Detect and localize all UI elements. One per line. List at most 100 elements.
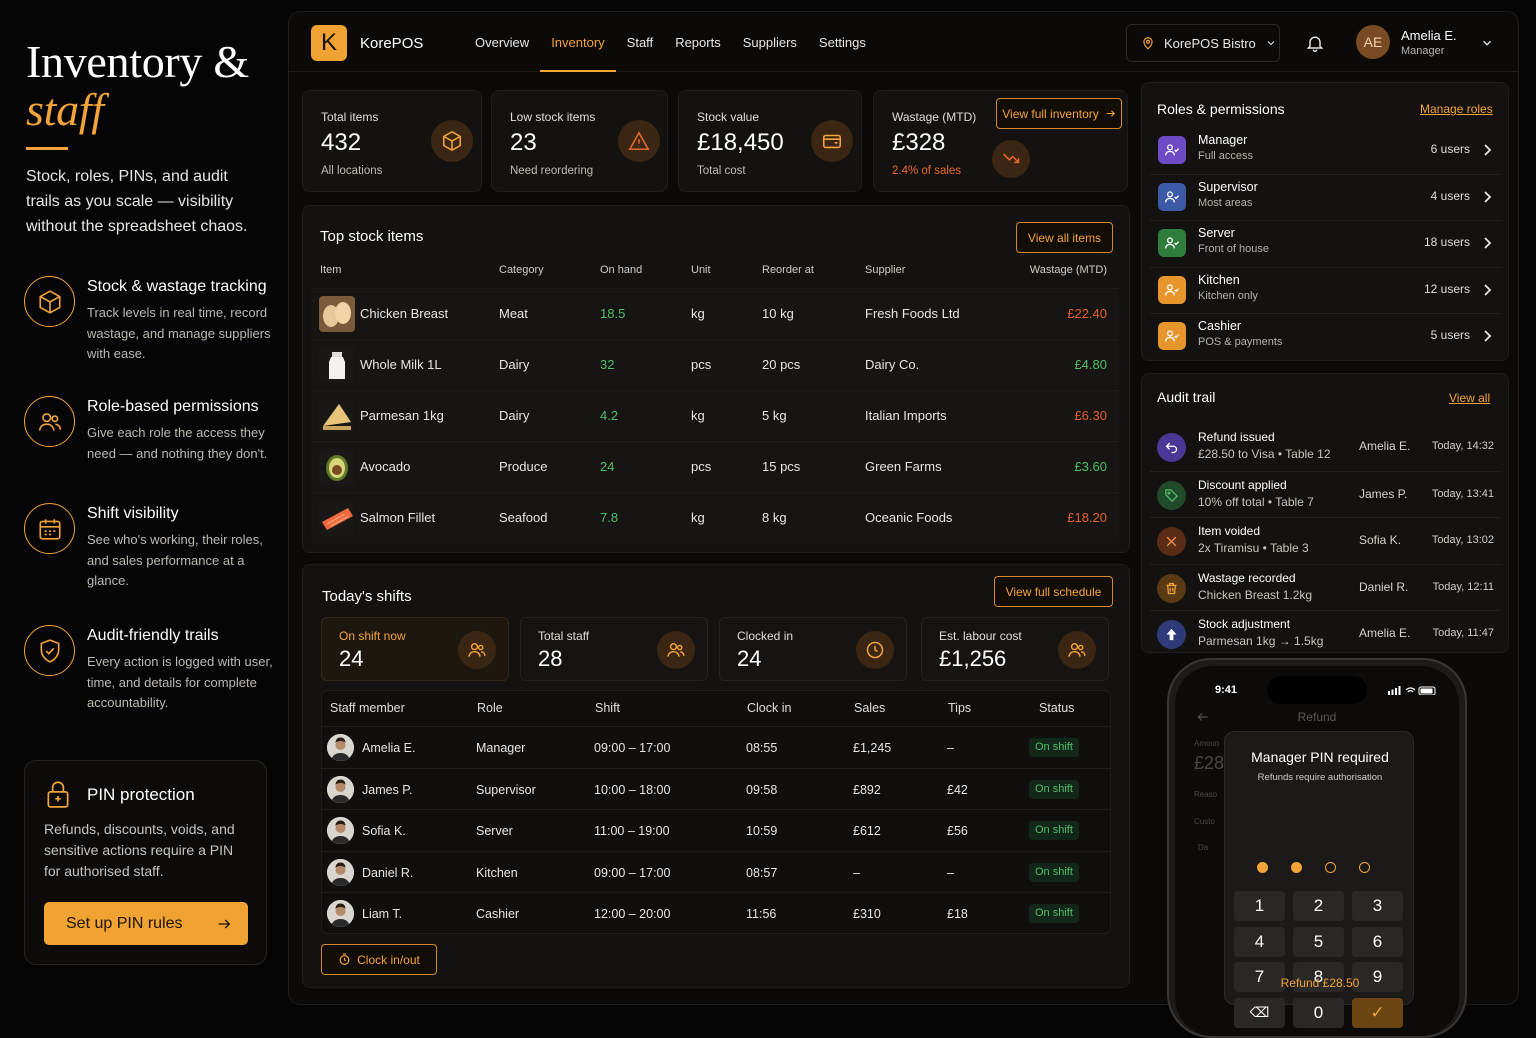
staff-avatar	[327, 900, 354, 928]
role-user-icon	[1158, 136, 1186, 164]
refund-amount-button[interactable]: Refund £28.50	[1225, 976, 1415, 990]
role-row-manager[interactable]: Manager Full access 6 users	[1150, 128, 1500, 174]
nav-staff[interactable]: Staff	[616, 12, 665, 72]
stock-table-row[interactable]: Avocado Produce 24 pcs 15 pcs Green Farms £3.6…	[311, 441, 1119, 491]
shift-table-row[interactable]: Daniel R. Kitchen 09:00 – 17:00 08:57 – – On s…	[321, 850, 1111, 892]
phone-screen-title: Refund	[1297, 710, 1337, 724]
view-all-items-button[interactable]: View all items	[1016, 222, 1113, 253]
audit-action: Item voided	[1198, 524, 1261, 538]
manage-roles-link[interactable]: Manage roles	[1420, 102, 1493, 116]
stock-wastage: £3.60	[1074, 459, 1107, 474]
cube-icon	[431, 120, 473, 162]
status-badge: On shift	[1029, 904, 1079, 924]
shifts-title: Today's shifts	[322, 588, 412, 605]
role-name: Supervisor	[1198, 180, 1258, 195]
stock-unit: pcs	[691, 459, 712, 474]
audit-time: Today, 13:41	[1431, 487, 1494, 500]
role-row-supervisor[interactable]: Supervisor Most areas 4 users	[1150, 174, 1500, 220]
shift-table-row[interactable]: Sofia K. Server 11:00 – 19:00 10:59 £612 £56 O…	[321, 809, 1111, 850]
stock-table-row[interactable]: Whole Milk 1L Dairy 32 pcs 20 pcs Dairy Co. £4…	[311, 339, 1119, 389]
audit-row[interactable]: Discount applied 10% off total • Table 7 J…	[1150, 470, 1500, 518]
kpi-label: Total staff	[538, 629, 590, 643]
chevron-down-icon[interactable]	[1480, 36, 1494, 50]
staff-tips: £18	[947, 907, 968, 922]
setup-pin-rules-button[interactable]: Set up PIN rules	[44, 902, 248, 945]
kpi-label: Total items	[321, 110, 379, 124]
korepos-logo[interactable]: K	[311, 25, 347, 61]
nav-inventory[interactable]: Inventory	[540, 12, 617, 72]
stock-on-hand: 18.5	[600, 306, 626, 321]
audit-user: James P.	[1359, 486, 1408, 501]
stock-wastage: £4.80	[1074, 357, 1107, 372]
col-category: Category	[499, 264, 544, 276]
role-row-cashier[interactable]: Cashier POS & payments 5 users	[1150, 312, 1500, 359]
bg-option: Da	[1198, 843, 1209, 852]
nav-suppliers[interactable]: Suppliers	[732, 12, 808, 72]
phone-time: 9:41	[1215, 684, 1238, 696]
kpi-label: On shift now	[339, 629, 406, 643]
nav-overview[interactable]: Overview	[464, 12, 540, 72]
arrow-up-icon	[1157, 620, 1186, 649]
staff-clock-in: 08:57	[746, 865, 778, 880]
shift-table-row[interactable]: Liam T. Cashier 12:00 – 20:00 11:56 £310 £18 O…	[321, 892, 1111, 933]
nav-reports[interactable]: Reports	[664, 12, 732, 72]
kpi-sub: Need reordering	[510, 165, 594, 177]
kpi-low-stock: Low stock items 23 Need reordering	[491, 90, 668, 192]
kpi-label: Wastage (MTD)	[892, 110, 977, 124]
shift-table-row[interactable]: Amelia E. Manager 09:00 – 17:00 08:55 £1,245…	[321, 726, 1111, 767]
audit-row[interactable]: Item voided 2x Tiramisu • Table 3 Sofia K.…	[1150, 517, 1500, 564]
confirm-key[interactable]: ✓	[1352, 997, 1403, 1028]
clock-in-out-button[interactable]: Clock in/out	[321, 944, 437, 975]
nav-settings[interactable]: Settings	[808, 12, 877, 72]
audit-detail: £28.50 to Visa • Table 12	[1198, 447, 1331, 461]
role-user-icon	[1158, 229, 1186, 258]
staff-avatar	[327, 775, 354, 803]
manager-pin-modal: Manager PIN required Refunds require aut…	[1224, 731, 1415, 1028]
stock-supplier: Dairy Co.	[865, 357, 920, 372]
hero-title-line1: Inventory &	[26, 36, 249, 87]
audit-row[interactable]: Refund issued £28.50 to Visa • Table 12 Am…	[1150, 424, 1500, 471]
staff-shift: 11:00 – 19:00	[594, 824, 670, 839]
key-1[interactable]: 1	[1234, 891, 1285, 921]
kpi-labour-cost: Est. labour cost £1,256	[921, 617, 1109, 681]
audit-action: Refund issued	[1198, 430, 1275, 444]
stock-table-row[interactable]: Chicken Breast Meat 18.5 kg 10 kg Fresh Foods…	[311, 288, 1119, 338]
stock-table-row[interactable]: Salmon Fillet Seafood 7.8 kg 8 kg Oceanic Foo…	[311, 492, 1119, 542]
staff-role: Server	[476, 824, 513, 839]
stock-unit: kg	[691, 510, 705, 525]
stock-on-hand: 7.8	[600, 510, 619, 525]
stock-category: Produce	[499, 459, 548, 474]
key-6[interactable]: 6	[1352, 926, 1403, 957]
kpi-value: 23	[510, 129, 537, 156]
notifications-bell-icon[interactable]	[1305, 33, 1325, 53]
view-full-schedule-button[interactable]: View full schedule	[994, 576, 1113, 607]
audit-view-all-link[interactable]: View all	[1449, 391, 1490, 405]
shift-table-row[interactable]: James P. Supervisor 10:00 – 18:00 09:58 £892…	[321, 767, 1111, 809]
bg-amount: £28	[1194, 753, 1225, 773]
key-0[interactable]: 0	[1293, 997, 1344, 1028]
key-5[interactable]: 5	[1293, 926, 1344, 957]
col-status: Status	[1039, 701, 1075, 715]
pin-card-title: PIN protection	[87, 785, 195, 804]
stock-reorder-at: 10 kg	[762, 306, 794, 321]
stock-unit: kg	[691, 408, 705, 423]
users-icon	[1058, 631, 1096, 669]
role-row-kitchen[interactable]: Kitchen Kitchen only 12 users	[1150, 266, 1500, 313]
audit-row[interactable]: Wastage recorded Chicken Breast 1.2kg Dani…	[1150, 563, 1500, 611]
staff-name: Sofia K.	[362, 824, 406, 839]
audit-row[interactable]: Stock adjustment Parmesan 1kg → 1.5kg Amel…	[1150, 610, 1500, 657]
location-selector[interactable]: KorePOS Bistro	[1126, 24, 1280, 62]
role-row-server[interactable]: Server Front of house 18 users	[1150, 220, 1500, 266]
key-3[interactable]: 3	[1352, 891, 1403, 921]
audit-user: Amelia E.	[1359, 439, 1411, 453]
view-full-inventory-button[interactable]: View full inventory	[996, 98, 1122, 129]
key-2[interactable]: 2	[1293, 891, 1344, 921]
staff-shift: 09:00 – 17:00	[594, 865, 671, 880]
stock-item-name: Whole Milk 1L	[360, 357, 442, 372]
stock-table-row[interactable]: Parmesan 1kg Dairy 4.2 kg 5 kg Italian Import…	[311, 390, 1119, 440]
key-4[interactable]: 4	[1234, 926, 1285, 957]
user-avatar[interactable]: AE	[1356, 25, 1390, 59]
roles-title: Roles & permissions	[1157, 101, 1285, 117]
stock-item-name: Avocado	[360, 459, 411, 474]
backspace-key[interactable]: ⌫	[1234, 997, 1285, 1028]
